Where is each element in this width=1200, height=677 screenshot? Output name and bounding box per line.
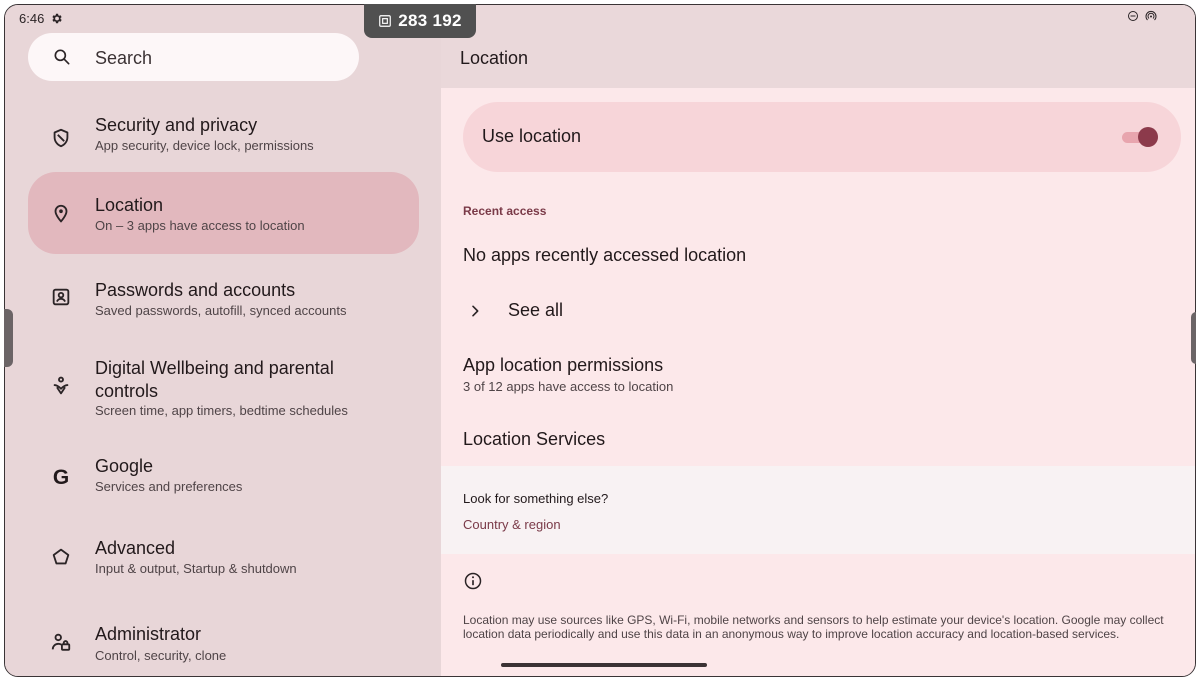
- nav-item-security-privacy[interactable]: Security and privacy App security, devic…: [28, 103, 419, 173]
- info-icon: [464, 572, 482, 590]
- screen-record-icon: [379, 15, 392, 27]
- google-icon: G: [52, 466, 70, 489]
- status-time: 6:46: [19, 11, 45, 26]
- chevron-right-icon: [472, 305, 479, 317]
- gesture-home-bar[interactable]: [501, 663, 707, 667]
- country-region-link[interactable]: Country & region: [463, 517, 561, 532]
- right-edge-handle[interactable]: [1191, 312, 1196, 364]
- no-recent-access-text: No apps recently accessed location: [463, 245, 747, 265]
- device-screen: 6:46 Search Security and privacy App sec…: [4, 4, 1196, 677]
- toggle-thumb: [1138, 127, 1158, 147]
- left-edge-handle[interactable]: [4, 309, 13, 367]
- nav-item-subtitle: Services and preferences: [95, 479, 243, 494]
- location-pin-icon: [54, 204, 68, 223]
- wellbeing-icon: [53, 376, 69, 395]
- nav-item-google[interactable]: G Google Services and preferences: [28, 446, 419, 516]
- see-all-label: See all: [508, 300, 564, 320]
- recent-access-heading: Recent access: [463, 204, 547, 218]
- nav-item-title: Passwords and accounts: [95, 280, 296, 300]
- nav-item-subtitle: Saved passwords, autofill, synced accoun…: [95, 303, 347, 318]
- location-detail-pane: Location Use location Recent access No a…: [441, 5, 1195, 676]
- nav-item-title: Administrator: [95, 624, 202, 644]
- app-location-permissions-subtitle: 3 of 12 apps have access to location: [463, 379, 674, 394]
- detail-header: Location: [441, 5, 1195, 88]
- location-footer-text: Location may use sources like GPS, Wi-Fi…: [463, 613, 1164, 641]
- settings-sidebar: 6:46 Search Security and privacy App sec…: [5, 5, 441, 676]
- nav-item-title: Location: [95, 195, 164, 215]
- admin-icon: [51, 633, 71, 651]
- use-location-label: Use location: [482, 126, 582, 146]
- nav-item-passwords-accounts[interactable]: Passwords and accounts Saved passwords, …: [28, 268, 419, 338]
- counter-value: 283 192: [398, 11, 462, 30]
- nav-item-location[interactable]: Location On – 3 apps have access to loca…: [28, 172, 419, 254]
- location-services-item[interactable]: Location Services: [463, 429, 605, 450]
- use-location-row[interactable]: Use location: [463, 102, 1181, 172]
- settings-gear-icon: [52, 13, 63, 24]
- account-box-icon: [52, 288, 70, 306]
- status-bar-left: 6:46: [19, 11, 63, 26]
- app-location-permissions-title[interactable]: App location permissions: [463, 355, 663, 376]
- advanced-icon: [52, 548, 70, 565]
- nav-item-title: Security and privacy: [95, 115, 258, 135]
- screen-record-counter: 283 192: [364, 4, 476, 38]
- look-for-question: Look for something else?: [463, 491, 609, 506]
- search-bar[interactable]: Search: [28, 33, 359, 81]
- nav-item-title: Google: [95, 456, 154, 476]
- nav-item-subtitle: Control, security, clone: [95, 648, 227, 663]
- nav-item-administrator[interactable]: Administrator Control, security, clone: [28, 610, 419, 672]
- see-all-row[interactable]: See all: [463, 297, 763, 331]
- shield-icon: [53, 128, 69, 148]
- search-label: Search: [95, 48, 153, 68]
- page-title: Location: [460, 48, 529, 68]
- nav-item-title: Advanced: [95, 538, 176, 558]
- do-not-disturb-icon: [1128, 11, 1138, 21]
- status-bar-right: [1127, 10, 1157, 22]
- use-location-toggle[interactable]: [1122, 127, 1158, 147]
- nav-item-advanced[interactable]: Advanced Input & output, Startup & shutd…: [28, 528, 419, 598]
- nav-item-subtitle: Input & output, Startup & shutdown: [95, 561, 297, 576]
- nav-item-subtitle: On – 3 apps have access to location: [95, 218, 305, 233]
- look-for-something-else-card: Look for something else? Country & regio…: [441, 466, 1195, 554]
- hotspot-icon: [1145, 11, 1157, 21]
- nav-item-digital-wellbeing[interactable]: Digital Wellbeing and parental controls …: [28, 345, 419, 427]
- nav-item-subtitle: App security, device lock, permissions: [95, 138, 314, 153]
- nav-item-subtitle: Screen time, app timers, bedtime schedul…: [95, 403, 348, 418]
- nav-item-title: Digital Wellbeing and parental controls: [95, 358, 334, 401]
- search-icon: [54, 49, 70, 65]
